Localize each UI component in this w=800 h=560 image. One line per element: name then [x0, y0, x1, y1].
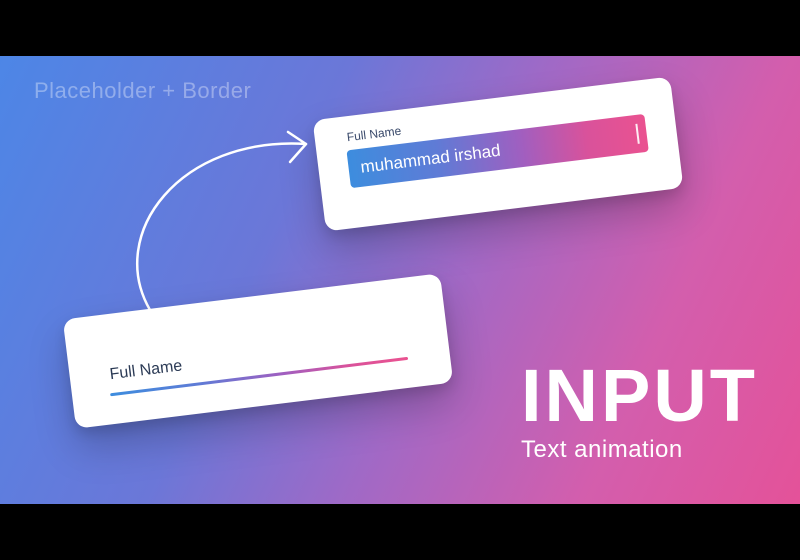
letterbox-top	[0, 0, 800, 56]
input-card-filled: Full Name muhammad irshad	[313, 76, 684, 231]
subtitle-text: Placeholder + Border	[34, 78, 251, 104]
input-value: muhammad irshad	[359, 141, 501, 178]
promo-stage: Placeholder + Border Full Name muhammad …	[0, 56, 800, 504]
input-card-empty: Full Name	[63, 273, 454, 428]
placeholder-label[interactable]: Full Name	[109, 357, 184, 384]
letterbox-bottom	[0, 504, 800, 560]
headline-big: INPUT	[521, 363, 758, 430]
floating-label: Full Name	[346, 124, 402, 145]
headline-block: INPUT Text animation	[521, 363, 758, 464]
headline-small: Text animation	[521, 436, 758, 464]
